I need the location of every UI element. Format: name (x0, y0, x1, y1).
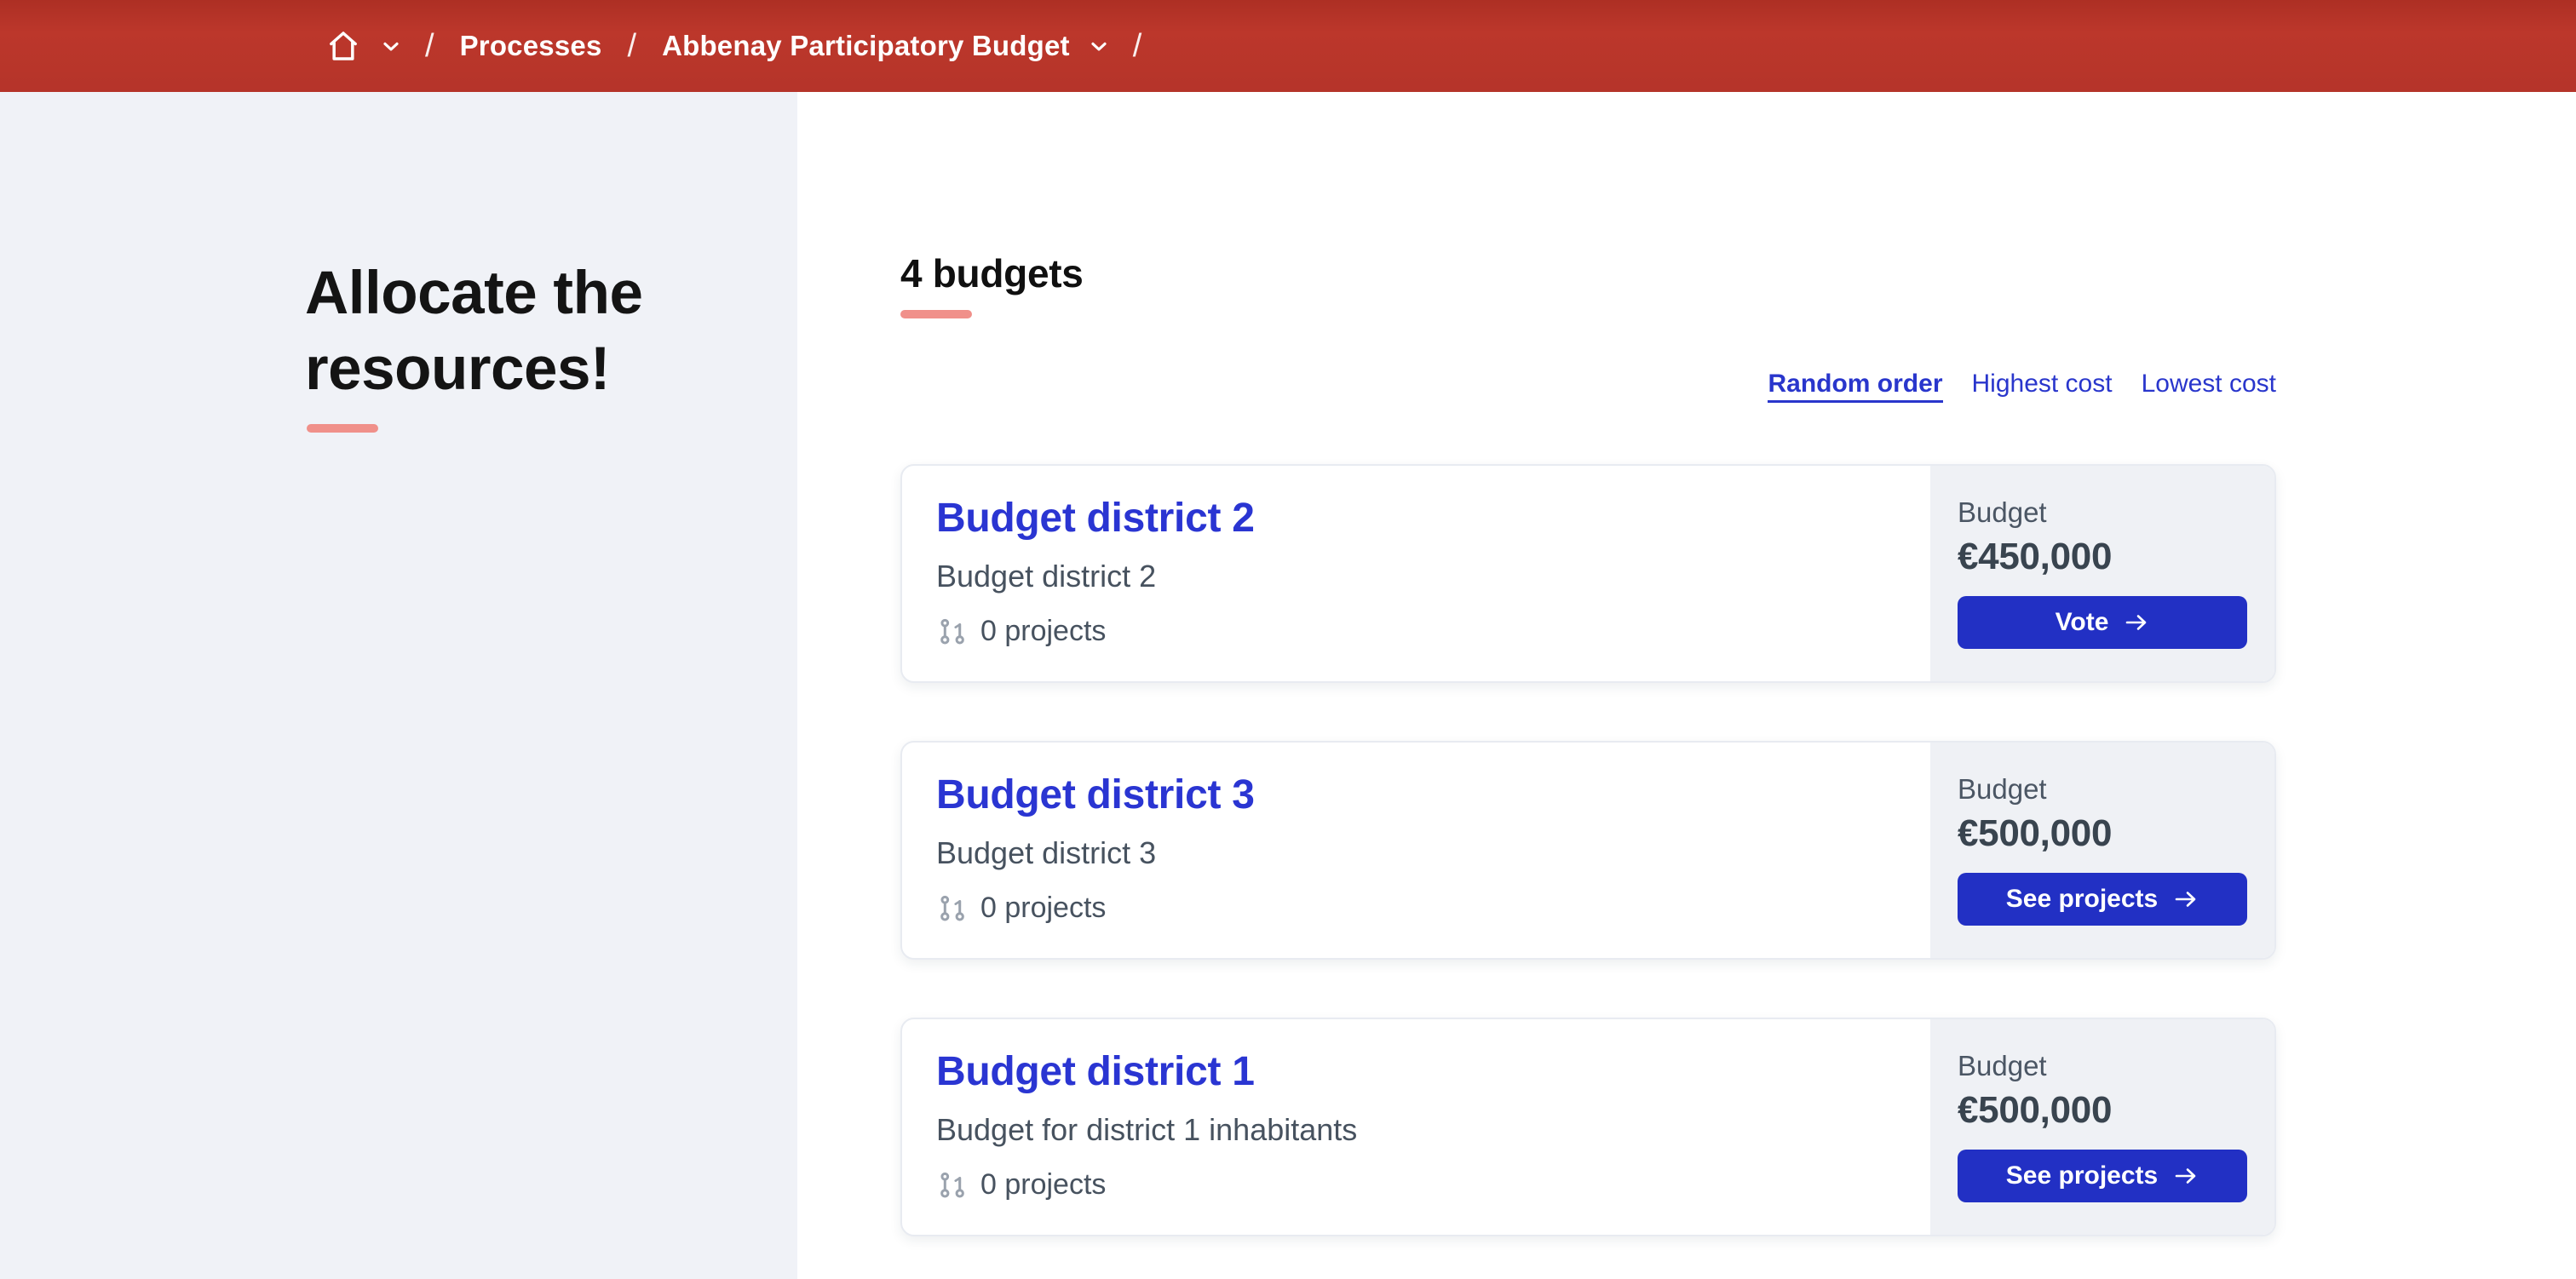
projects-icon (940, 618, 964, 644)
projects-count-label: 0 projects (980, 1168, 1107, 1201)
projects-icon (940, 895, 964, 921)
budget-card-list: Budget district 2 Budget district 2 0 pr… (900, 464, 2276, 1236)
budget-title-link[interactable]: Budget district 1 (936, 1048, 1896, 1095)
home-link[interactable] (326, 29, 360, 63)
budget-panel: Budget €500,000 See projects (1930, 1019, 2274, 1235)
budget-card-body: Budget district 1 Budget for district 1 … (902, 1019, 1930, 1235)
budget-panel: Budget €450,000 Vote (1930, 466, 2274, 681)
see-projects-button[interactable]: See projects (1958, 1150, 2247, 1202)
chevron-down-icon[interactable] (382, 41, 400, 52)
breadcrumb-item-processes[interactable]: Processes (460, 30, 602, 62)
budgets-count-heading: 4 budgets (900, 251, 1084, 295)
budget-label: Budget (1958, 1050, 2047, 1081)
breadcrumb-item-process-title[interactable]: Abbenay Participatory Budget (662, 30, 1070, 62)
budget-card: Budget district 2 Budget district 2 0 pr… (900, 464, 2276, 683)
projects-count: 0 projects (936, 615, 1896, 648)
budget-description: Budget district 3 (936, 835, 1157, 870)
top-navbar: / Processes / Abbenay Participatory Budg… (0, 0, 2576, 92)
budget-description: Budget for district 1 inhabitants (936, 1112, 1358, 1147)
home-icon (330, 32, 357, 60)
budget-amount: €450,000 (1958, 536, 2113, 577)
heading-accent-bar (900, 310, 972, 318)
arrow-right-icon (2126, 615, 2147, 630)
breadcrumb-separator: / (425, 27, 434, 64)
breadcrumb-separator: / (1132, 27, 1142, 64)
budget-title-link[interactable]: Budget district 3 (936, 771, 1896, 818)
breadcrumb-separator: / (627, 27, 637, 64)
breadcrumb: / Processes / Abbenay Participatory Budg… (326, 28, 1167, 65)
budget-label: Budget (1958, 496, 2047, 528)
vote-button[interactable]: Vote (1958, 596, 2247, 649)
sort-lowest-cost[interactable]: Lowest cost (2142, 370, 2276, 399)
title-accent-bar (307, 424, 378, 433)
see-projects-button-label: See projects (2005, 1161, 2159, 1190)
sort-options: Random order Highest cost Lowest cost (900, 370, 2276, 403)
budget-card: Budget district 1 Budget for district 1 … (900, 1018, 2276, 1236)
main-content: 4 budgets Random order Highest cost Lowe… (797, 92, 2576, 1279)
projects-count-label: 0 projects (980, 892, 1107, 924)
budget-card-body: Budget district 2 Budget district 2 0 pr… (902, 466, 1930, 681)
vote-button-label: Vote (2055, 608, 2109, 636)
budget-title-link[interactable]: Budget district 2 (936, 495, 1896, 542)
arrow-right-icon (2175, 892, 2196, 907)
budget-amount: €500,000 (1958, 1089, 2113, 1131)
projects-count: 0 projects (936, 1168, 1896, 1202)
arrow-right-icon (2175, 1168, 2196, 1184)
budget-card: Budget district 3 Budget district 3 0 pr… (900, 741, 2276, 960)
see-projects-button-label: See projects (2005, 885, 2159, 913)
projects-icon (940, 1172, 964, 1197)
projects-count-label: 0 projects (980, 615, 1107, 647)
sort-highest-cost[interactable]: Highest cost (1972, 370, 2113, 399)
see-projects-button[interactable]: See projects (1958, 873, 2247, 926)
sidebar-title: Allocate the resources! (305, 260, 643, 403)
budget-amount: €500,000 (1958, 812, 2113, 854)
projects-count: 0 projects (936, 892, 1896, 925)
chevron-down-icon[interactable] (1090, 41, 1107, 52)
budget-description: Budget district 2 (936, 559, 1157, 594)
sidebar: Allocate the resources! (0, 92, 797, 1279)
budget-card-body: Budget district 3 Budget district 3 0 pr… (902, 743, 1930, 958)
sort-random-order[interactable]: Random order (1768, 370, 1943, 403)
budget-panel: Budget €500,000 See projects (1930, 743, 2274, 958)
budget-label: Budget (1958, 773, 2047, 805)
